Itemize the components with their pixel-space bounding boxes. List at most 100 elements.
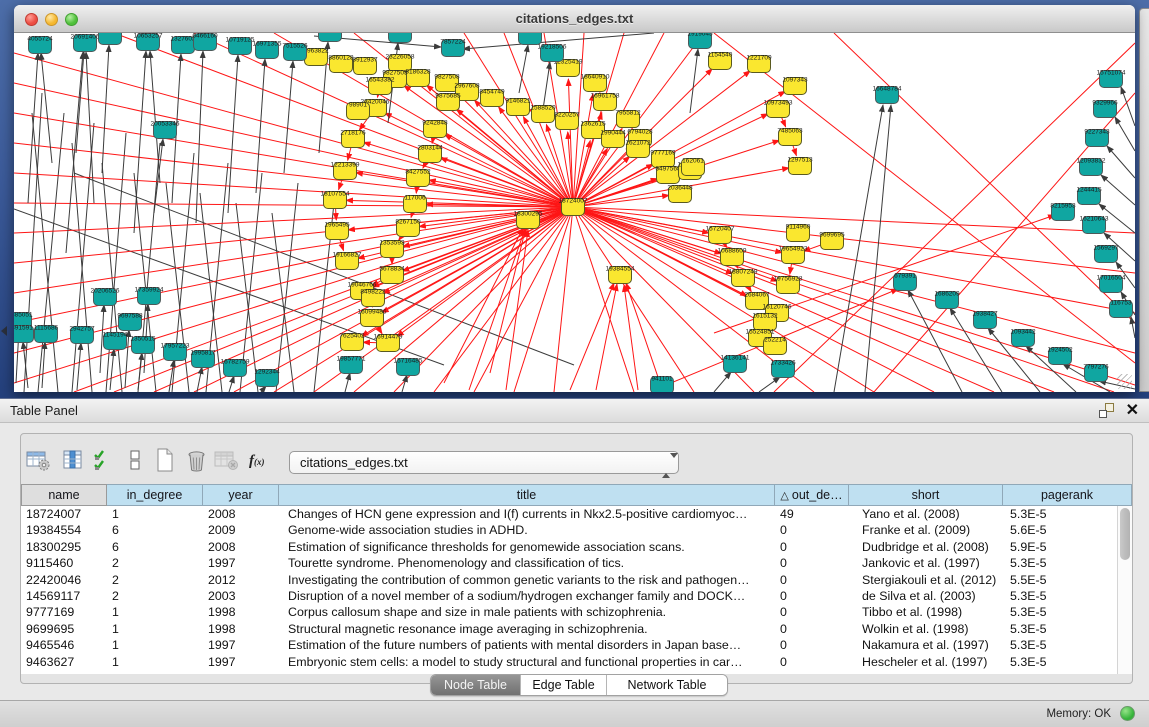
background-window-edge[interactable]: [1139, 8, 1149, 392]
table-mode-button[interactable]: [25, 448, 53, 474]
cell-in_degree[interactable]: 2: [107, 572, 203, 588]
cell-in_degree[interactable]: 2: [107, 588, 203, 604]
table-row[interactable]: 969969511998Structural magnetic resonanc…: [21, 621, 1117, 637]
window-resize-grip[interactable]: [1117, 374, 1132, 389]
panel-collapse-arrow-icon[interactable]: [1, 326, 7, 336]
cell-out_degree[interactable]: 0: [775, 604, 849, 620]
table-row[interactable]: 1830029562008Estimation of significance …: [21, 539, 1117, 555]
cell-short[interactable]: Dudbridge et al. (2008): [849, 539, 1003, 555]
graph-node[interactable]: [319, 33, 342, 42]
cell-name[interactable]: 14569117: [21, 588, 107, 604]
cell-pagerank[interactable]: 5.3E-5: [1003, 621, 1117, 637]
cell-name[interactable]: 19384554: [21, 522, 107, 538]
cell-short[interactable]: Wolkin et al. (1998): [849, 621, 1003, 637]
cell-year[interactable]: 2008: [203, 506, 279, 522]
cell-title[interactable]: Disruption of a novel member of a sodium…: [279, 588, 775, 604]
cell-out_degree[interactable]: 0: [775, 539, 849, 555]
table-row[interactable]: 1456911722003Disruption of a novel membe…: [21, 588, 1117, 604]
column-header-in_degree[interactable]: in_degree: [107, 484, 203, 506]
table-vertical-scrollbar[interactable]: [1117, 506, 1132, 674]
tab-network-table[interactable]: Network Table: [607, 675, 727, 696]
cell-out_degree[interactable]: 0: [775, 555, 849, 571]
table-panel-header[interactable]: Table Panel ✕: [0, 399, 1149, 423]
cell-pagerank[interactable]: 5.6E-5: [1003, 522, 1117, 538]
cell-in_degree[interactable]: 1: [107, 621, 203, 637]
cell-in_degree[interactable]: 6: [107, 539, 203, 555]
cell-out_degree[interactable]: 0: [775, 572, 849, 588]
tab-node-table[interactable]: Node Table: [431, 675, 521, 696]
column-header-title[interactable]: title: [279, 484, 775, 506]
network-canvas[interactable]: 1872400779638228860128891293723226058982…: [14, 33, 1135, 392]
table-selector-dropdown[interactable]: citations_edges.txt: [289, 451, 679, 474]
cell-short[interactable]: Yano et al. (2008): [849, 506, 1003, 522]
row-height-button[interactable]: [121, 448, 149, 474]
table-row[interactable]: 946554611997Estimation of the future num…: [21, 637, 1117, 653]
cell-title[interactable]: Changes of HCN gene expression and I(f) …: [279, 506, 775, 522]
cell-out_degree[interactable]: 49: [775, 506, 849, 522]
cell-short[interactable]: de Silva et al. (2003): [849, 588, 1003, 604]
function-builder-button[interactable]: f(x): [249, 448, 277, 474]
cell-pagerank[interactable]: 5.9E-5: [1003, 539, 1117, 555]
table-row[interactable]: 911546021997Tourette syndrome. Phenomeno…: [21, 555, 1117, 571]
cell-title[interactable]: Structural magnetic resonance image aver…: [279, 621, 775, 637]
window-titlebar[interactable]: citations_edges.txt: [14, 5, 1135, 33]
cell-in_degree[interactable]: 1: [107, 604, 203, 620]
cell-in_degree[interactable]: 1: [107, 506, 203, 522]
cell-out_degree[interactable]: 0: [775, 637, 849, 653]
cell-short[interactable]: Nakamura et al. (1997): [849, 637, 1003, 653]
cell-out_degree[interactable]: 0: [775, 621, 849, 637]
cell-short[interactable]: Tibbo et al. (1998): [849, 604, 1003, 620]
cell-name[interactable]: 9115460: [21, 555, 107, 571]
cell-name[interactable]: 18300295: [21, 539, 107, 555]
close-panel-icon[interactable]: ✕: [1126, 403, 1139, 419]
cell-year[interactable]: 1998: [203, 621, 279, 637]
cell-pagerank[interactable]: 5.3E-5: [1003, 506, 1117, 522]
cell-out_degree[interactable]: 0: [775, 522, 849, 538]
scrollbar-thumb[interactable]: [1120, 508, 1130, 560]
cell-year[interactable]: 1997: [203, 637, 279, 653]
cell-name[interactable]: 9463627: [21, 654, 107, 670]
cell-year[interactable]: 1997: [203, 654, 279, 670]
column-header-name[interactable]: name: [21, 484, 107, 506]
cell-short[interactable]: Jankovic et al. (1997): [849, 555, 1003, 571]
new-column-document-button[interactable]: [151, 448, 179, 474]
cell-year[interactable]: 2009: [203, 522, 279, 538]
cell-pagerank[interactable]: 5.3E-5: [1003, 604, 1117, 620]
cell-short[interactable]: Hescheler et al. (1997): [849, 654, 1003, 670]
cell-name[interactable]: 18724007: [21, 506, 107, 522]
cell-title[interactable]: Tourette syndrome. Phenomenology and cla…: [279, 555, 775, 571]
float-panel-icon[interactable]: [1099, 403, 1114, 418]
cell-in_degree[interactable]: 1: [107, 637, 203, 653]
cell-in_degree[interactable]: 2: [107, 555, 203, 571]
cell-name[interactable]: 22420046: [21, 572, 107, 588]
cell-year[interactable]: 2003: [203, 588, 279, 604]
tab-edge-table[interactable]: Edge Table: [521, 675, 607, 696]
column-header-year[interactable]: year: [203, 484, 279, 506]
delete-column-trash-button[interactable]: [183, 448, 211, 474]
cell-title[interactable]: Embryonic stem cells: a model to study s…: [279, 654, 775, 670]
cell-short[interactable]: Franke et al. (2009): [849, 522, 1003, 538]
cell-year[interactable]: 2012: [203, 572, 279, 588]
cell-pagerank[interactable]: 5.3E-5: [1003, 654, 1117, 670]
cell-pagerank[interactable]: 5.3E-5: [1003, 588, 1117, 604]
graph-node[interactable]: [99, 33, 122, 45]
cell-in_degree[interactable]: 1: [107, 654, 203, 670]
cell-title[interactable]: Estimation of significance thresholds fo…: [279, 539, 775, 555]
cell-title[interactable]: Investigating the contribution of common…: [279, 572, 775, 588]
table-row[interactable]: 1872400712008Changes of HCN gene express…: [21, 506, 1117, 522]
table-row[interactable]: 1938455462009Genome-wide association stu…: [21, 522, 1117, 538]
column-header-out_degree[interactable]: △ out_de…: [775, 484, 849, 506]
cell-title[interactable]: Corpus callosum shape and size in male p…: [279, 604, 775, 620]
cell-name[interactable]: 9699695: [21, 621, 107, 637]
cell-year[interactable]: 1997: [203, 555, 279, 571]
cell-pagerank[interactable]: 5.3E-5: [1003, 637, 1117, 653]
cell-pagerank[interactable]: 5.5E-5: [1003, 572, 1117, 588]
table-row[interactable]: 2242004622012Investigating the contribut…: [21, 572, 1117, 588]
graph-node[interactable]: [389, 33, 412, 43]
cell-year[interactable]: 2008: [203, 539, 279, 555]
cell-out_degree[interactable]: 0: [775, 654, 849, 670]
cell-name[interactable]: 9777169: [21, 604, 107, 620]
table-row[interactable]: 946362711997Embryonic stem cells: a mode…: [21, 654, 1117, 670]
cell-pagerank[interactable]: 5.3E-5: [1003, 555, 1117, 571]
cell-year[interactable]: 1998: [203, 604, 279, 620]
